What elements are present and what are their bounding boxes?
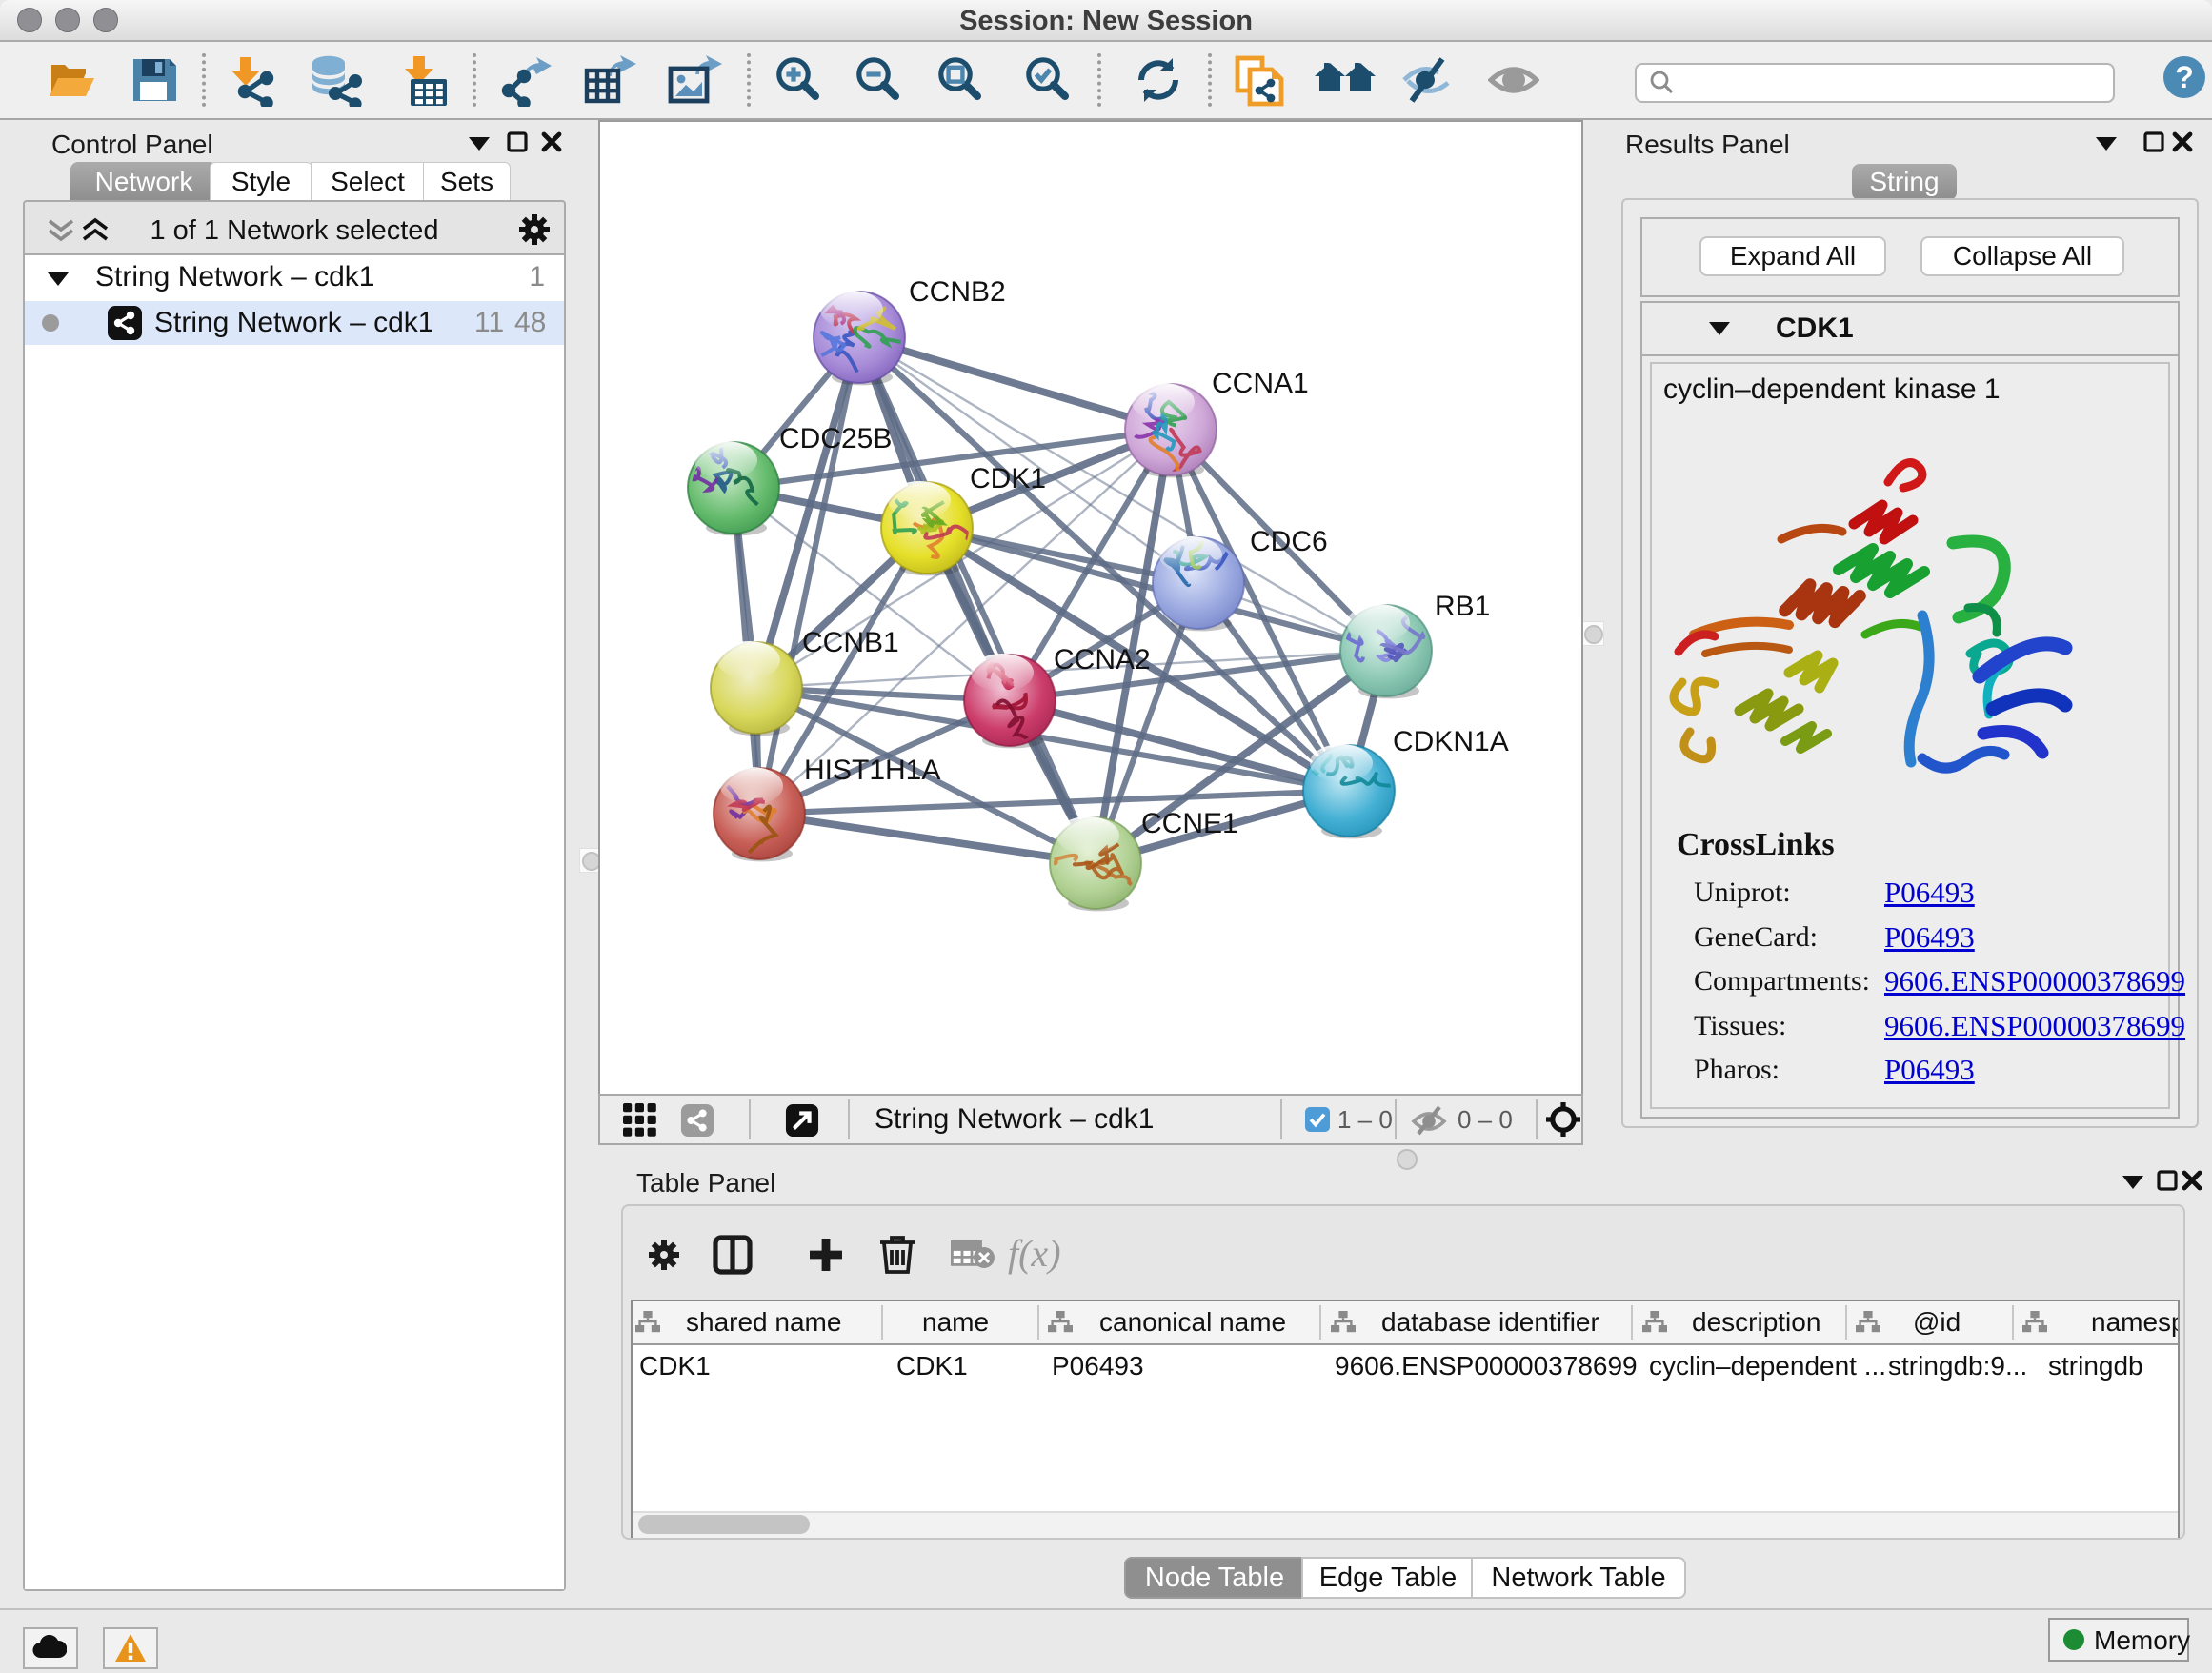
svg-text:RB1: RB1: [1435, 591, 1490, 622]
svg-text:CCNA2: CCNA2: [1054, 644, 1151, 675]
svg-text:CDK1: CDK1: [970, 463, 1046, 494]
svg-text:CCNE1: CCNE1: [1141, 808, 1238, 839]
svg-text:CDC6: CDC6: [1250, 526, 1328, 557]
svg-text:CDKN1A: CDKN1A: [1393, 726, 1509, 757]
svg-text:HIST1H1A: HIST1H1A: [804, 755, 940, 786]
svg-text:CCNB1: CCNB1: [802, 627, 899, 658]
svg-text:CDC25B: CDC25B: [779, 423, 892, 454]
svg-text:CCNB2: CCNB2: [909, 276, 1006, 308]
svg-text:?: ?: [2175, 60, 2194, 94]
svg-text:CCNA1: CCNA1: [1212, 368, 1309, 399]
